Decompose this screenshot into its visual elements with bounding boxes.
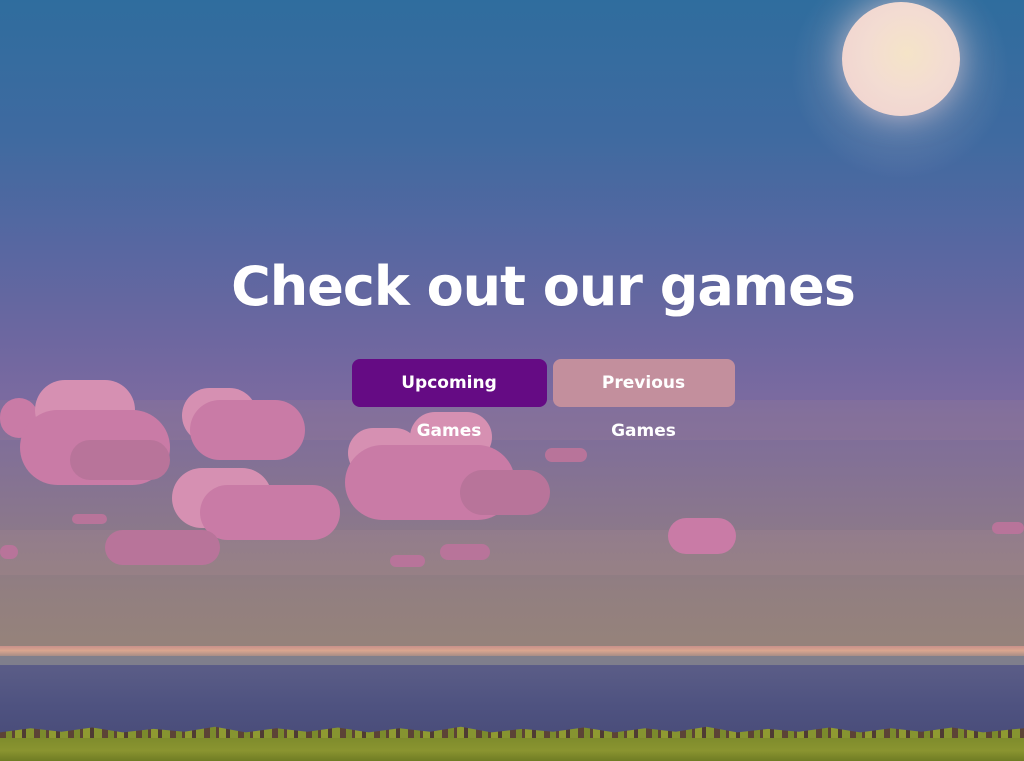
page-title: Check out our games [231,255,856,318]
moon-icon [842,2,960,116]
sea [0,665,1024,735]
pixel-sky-background: Check out our games Upcoming Games Previ… [0,0,1024,761]
horizon-line [0,646,1024,656]
hero-button-group: Upcoming Games Previous Games [31,359,1024,441]
hero-section: Check out our games Upcoming Games Previ… [0,250,1024,441]
horizon-shore [0,656,1024,665]
upcoming-games-button[interactable]: Upcoming Games [351,359,547,441]
previous-games-button[interactable]: Previous Games [552,359,735,441]
grass-ground [0,735,1024,761]
